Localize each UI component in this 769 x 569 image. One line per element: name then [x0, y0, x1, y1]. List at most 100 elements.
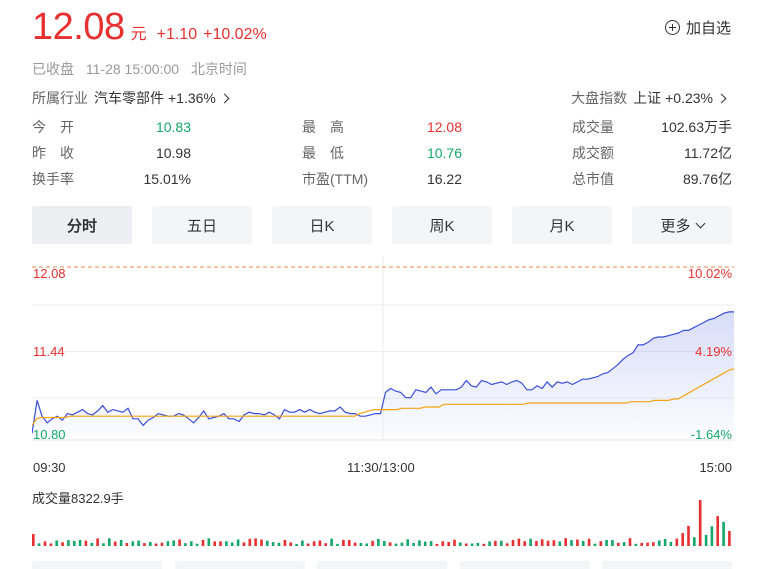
volume-bar — [646, 542, 649, 546]
market-label: 大盘指数 — [571, 90, 628, 106]
volume-bar — [301, 540, 304, 546]
volume-bar — [423, 541, 427, 546]
bottom-tab[interactable] — [32, 561, 162, 569]
tab-label: 五日 — [186, 217, 217, 235]
volume-bar — [137, 540, 140, 546]
volume-bar — [441, 541, 445, 546]
tab-label: 周K — [429, 217, 455, 235]
volume-bar — [704, 534, 708, 546]
tab-five-day[interactable]: 五日 — [152, 206, 252, 244]
volume-bar — [658, 540, 661, 546]
volume-bar — [535, 541, 538, 546]
volume-bar — [412, 543, 415, 546]
volume-bar — [102, 543, 105, 546]
volume-bar — [178, 539, 181, 546]
volume-bar — [324, 543, 328, 546]
tab-more[interactable]: 更多 — [632, 206, 732, 244]
y-label-mid: 11.44 — [33, 344, 65, 359]
volume-bar — [371, 540, 374, 546]
tab-monthly-k[interactable]: 月K — [512, 206, 612, 244]
y-pct-mid: 4.19% — [695, 344, 732, 359]
tab-label: 分时 — [66, 217, 97, 235]
volume-bar — [61, 542, 64, 546]
volume-bar — [289, 542, 292, 546]
stat-amount: 成交额 11.72亿 — [572, 143, 732, 163]
intraday-chart[interactable] — [32, 256, 734, 456]
stat-high: 最 高 12.08 — [302, 117, 462, 137]
volume-bar — [459, 542, 462, 546]
stat-pe: 市盈(TTM) 16.22 — [302, 169, 462, 189]
volume-bar — [605, 540, 608, 546]
volume-bar — [377, 538, 380, 546]
volume-bar — [681, 533, 684, 546]
volume-bar — [453, 539, 456, 546]
volume-bar — [67, 540, 70, 546]
stat-label: 成交量 — [572, 119, 614, 135]
volume-bar — [628, 538, 632, 546]
volume-bar — [581, 541, 585, 546]
volume-bar — [312, 541, 316, 546]
bottom-tab[interactable] — [174, 561, 305, 569]
tab-intraday[interactable]: 分时 — [32, 206, 132, 244]
tab-label: 日K — [309, 217, 335, 235]
bottom-tab[interactable] — [602, 561, 732, 569]
market-index-link[interactable]: 大盘指数 上证 +0.23% — [571, 88, 727, 108]
stat-value: 12.08 — [426, 119, 462, 135]
volume-bar — [96, 538, 99, 546]
bottom-tab[interactable] — [459, 561, 590, 569]
status-timezone: 北京时间 — [190, 61, 247, 77]
volume-bar — [634, 543, 638, 546]
y-label-high: 12.08 — [33, 266, 66, 281]
volume-bar — [687, 525, 690, 546]
volume-bar — [617, 542, 620, 546]
volume-bar — [383, 541, 386, 546]
volume-bar — [213, 541, 216, 546]
y-pct-low: -1.64% — [690, 427, 732, 442]
stat-label: 市盈(TTM) — [302, 171, 369, 187]
tab-daily-k[interactable]: 日K — [272, 206, 372, 244]
volume-bar — [207, 538, 211, 546]
volume-bar — [32, 534, 35, 546]
industry-link[interactable]: 所属行业 汽车零部件 +1.36% — [32, 88, 230, 108]
volume-bar — [330, 538, 333, 546]
volume-bar — [394, 543, 398, 546]
status-datetime: 11-28 15:00:00 — [85, 61, 180, 77]
bottom-tab[interactable] — [317, 561, 447, 569]
volume-bar — [172, 540, 175, 546]
stat-value: 15.01% — [143, 171, 191, 187]
volume-bar — [663, 539, 667, 546]
volume-bar — [84, 540, 88, 546]
volume-bar — [488, 541, 491, 546]
stat-value: 11.72亿 — [684, 145, 732, 161]
stat-value: 89.76亿 — [682, 171, 732, 187]
volume-bar — [669, 541, 673, 546]
stat-label: 换手率 — [32, 171, 74, 187]
volume-bar — [43, 541, 47, 546]
volume-bar — [78, 540, 82, 546]
volume-bar — [365, 543, 368, 546]
volume-bar — [587, 538, 591, 546]
stat-label: 成交额 — [572, 145, 614, 161]
volume-bar — [277, 542, 281, 546]
volume-bar — [564, 538, 567, 546]
volume-bar — [500, 540, 503, 546]
volume-bar — [675, 538, 679, 546]
volume-bar — [482, 543, 486, 546]
chevron-down-icon — [695, 218, 705, 228]
current-price: 12.08 — [32, 6, 125, 48]
bottom-tabs — [32, 561, 732, 569]
x-label-close: 15:00 — [699, 460, 732, 475]
volume-bar — [353, 542, 357, 546]
volume-bar — [254, 538, 257, 546]
volume-bar — [429, 541, 433, 546]
add-watchlist-button[interactable]: 加自选 — [664, 17, 731, 38]
volume-bar — [37, 543, 41, 546]
x-label-open: 09:30 — [33, 460, 66, 475]
tab-weekly-k[interactable]: 周K — [392, 206, 492, 244]
volume-bar — [184, 543, 187, 546]
industry-label: 所属行业 — [32, 90, 88, 106]
volume-bar — [230, 542, 234, 546]
volume-bar — [517, 538, 521, 546]
volume-bar — [90, 542, 94, 546]
industry-name: 汽车零部件 — [94, 90, 164, 106]
